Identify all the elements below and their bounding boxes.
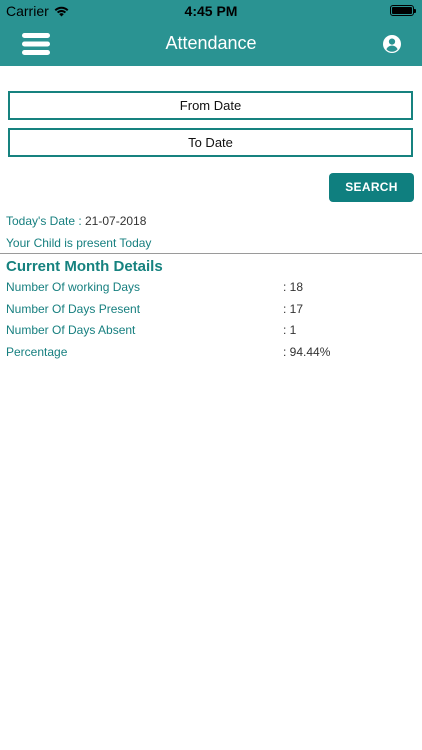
page-title: Attendance [165,33,257,53]
days-present-row: Number Of Days Present : 17 [6,302,416,318]
detail-label: Number Of Days Absent [6,323,136,337]
detail-label: Percentage [6,345,68,359]
current-month-title: Current Month Details [6,258,163,275]
profile-button[interactable] [382,34,402,54]
percentage-row: Percentage : 94.44% [6,345,416,361]
todays-date: Today's Date : 21-07-2018 [6,214,146,228]
todays-date-label: Today's Date : [6,214,85,228]
detail-value: : 18 [283,280,304,294]
status-time: 4:45 PM [184,3,238,19]
from-date-field[interactable]: From Date [8,91,413,120]
attendance-status-message: Your Child is present Today [6,236,152,250]
detail-value: : 94.44% [283,345,331,359]
detail-value: : 1 [283,323,297,337]
search-button[interactable]: SEARCH [329,173,414,202]
battery-icon [390,5,416,16]
nav-bar: Attendance [0,22,422,66]
to-date-field[interactable]: To Date [8,128,413,157]
todays-date-value: 21-07-2018 [85,214,147,228]
detail-value: : 17 [283,302,304,316]
status-bar: Carrier 4:45 PM [0,0,422,22]
detail-label: Number Of working Days [6,280,141,294]
days-absent-row: Number Of Days Absent : 1 [6,323,416,339]
working-days-row: Number Of working Days : 18 [6,280,416,296]
detail-label: Number Of Days Present [6,302,141,316]
divider [0,253,422,254]
account-circle-icon [383,35,401,53]
